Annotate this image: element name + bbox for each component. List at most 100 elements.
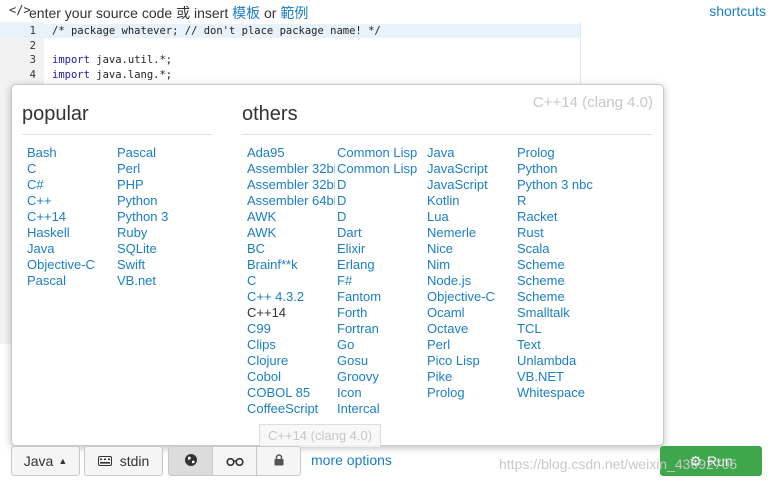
language-option[interactable]: Cobol: [247, 369, 335, 385]
language-option[interactable]: Dart: [337, 225, 425, 241]
language-option[interactable]: Scheme: [517, 273, 605, 289]
language-option[interactable]: Swift: [117, 257, 203, 273]
line-number: 1: [29, 25, 36, 37]
source-header: </> enter your source code 或 insert 模板 o…: [0, 0, 780, 22]
language-option[interactable]: C++: [27, 193, 113, 209]
language-option[interactable]: D: [337, 177, 425, 193]
language-option[interactable]: Scala: [517, 241, 605, 257]
language-option[interactable]: Intercal: [337, 401, 425, 417]
language-option[interactable]: Icon: [337, 385, 425, 401]
language-option[interactable]: D: [337, 209, 425, 225]
language-button[interactable]: Java ▲: [11, 446, 80, 476]
language-option[interactable]: Racket: [517, 209, 605, 225]
language-option[interactable]: Erlang: [337, 257, 425, 273]
code-line[interactable]: 2: [0, 39, 580, 53]
language-option[interactable]: Java: [427, 145, 515, 161]
language-option[interactable]: AWK: [247, 225, 335, 241]
more-options-link[interactable]: more options: [311, 452, 392, 468]
language-option[interactable]: Pike: [427, 369, 515, 385]
language-option[interactable]: COBOL 85: [247, 385, 335, 401]
language-option[interactable]: Text: [517, 337, 605, 353]
language-option[interactable]: Pico Lisp: [427, 353, 515, 369]
language-option[interactable]: C++14: [247, 305, 335, 321]
language-option[interactable]: Objective-C: [427, 289, 515, 305]
language-option[interactable]: JavaScript: [427, 177, 515, 193]
language-option[interactable]: Octave: [427, 321, 515, 337]
language-option[interactable]: Kotlin: [427, 193, 515, 209]
language-option[interactable]: Pascal: [117, 145, 203, 161]
language-option[interactable]: Prolog: [517, 145, 605, 161]
language-option[interactable]: JavaScript: [427, 161, 515, 177]
language-option[interactable]: Smalltalk: [517, 305, 605, 321]
language-option[interactable]: Prolog: [427, 385, 515, 401]
language-option[interactable]: VB.NET: [517, 369, 605, 385]
language-option[interactable]: Clojure: [247, 353, 335, 369]
language-option[interactable]: Pascal: [27, 273, 113, 289]
language-option[interactable]: Haskell: [27, 225, 113, 241]
language-option[interactable]: Ocaml: [427, 305, 515, 321]
language-option[interactable]: CoffeeScript: [247, 401, 335, 417]
language-option[interactable]: Assembler 32bit: [247, 177, 335, 193]
language-option[interactable]: Python: [117, 193, 203, 209]
code-line[interactable]: 1 /* package whatever; // don't place pac…: [0, 24, 580, 38]
language-option[interactable]: Node.js: [427, 273, 515, 289]
language-option[interactable]: Lua: [427, 209, 515, 225]
language-option[interactable]: C: [27, 161, 113, 177]
language-option[interactable]: Scheme: [517, 257, 605, 273]
language-option[interactable]: Unlambda: [517, 353, 605, 369]
language-option[interactable]: C: [247, 273, 335, 289]
language-option[interactable]: Elixir: [337, 241, 425, 257]
language-option[interactable]: Assembler 64bit: [247, 193, 335, 209]
shortcuts-link[interactable]: shortcuts: [709, 3, 766, 19]
language-option[interactable]: BC: [247, 241, 335, 257]
language-option[interactable]: Rust: [517, 225, 605, 241]
language-option[interactable]: C99: [247, 321, 335, 337]
language-option[interactable]: SQLite: [117, 241, 203, 257]
language-option[interactable]: Whitespace: [517, 385, 605, 401]
language-option[interactable]: Scheme: [517, 289, 605, 305]
example-link[interactable]: 範例: [280, 5, 308, 21]
stdin-button[interactable]: stdin: [84, 446, 163, 476]
code-line[interactable]: 3 import java.util.*;: [0, 53, 580, 67]
language-option[interactable]: Python: [517, 161, 605, 177]
language-option[interactable]: TCL: [517, 321, 605, 337]
language-option[interactable]: Fortran: [337, 321, 425, 337]
language-option[interactable]: C++ 4.3.2: [247, 289, 335, 305]
language-option[interactable]: D: [337, 193, 425, 209]
language-option[interactable]: Perl: [117, 161, 203, 177]
language-option[interactable]: Java: [27, 241, 113, 257]
template-link[interactable]: 模板: [232, 5, 260, 21]
language-option[interactable]: Nim: [427, 257, 515, 273]
language-option[interactable]: Bash: [27, 145, 113, 161]
language-option[interactable]: R: [517, 193, 605, 209]
private-visibility-button[interactable]: [256, 446, 301, 476]
language-option[interactable]: Gosu: [337, 353, 425, 369]
language-option[interactable]: C++14: [27, 209, 113, 225]
language-option[interactable]: PHP: [117, 177, 203, 193]
language-option[interactable]: Perl: [427, 337, 515, 353]
language-option[interactable]: Objective-C: [27, 257, 113, 273]
language-option[interactable]: VB.net: [117, 273, 203, 289]
language-option[interactable]: F#: [337, 273, 425, 289]
language-option[interactable]: Groovy: [337, 369, 425, 385]
language-option[interactable]: Common Lisp: [337, 161, 425, 177]
language-option[interactable]: Clips: [247, 337, 335, 353]
language-option[interactable]: Nemerle: [427, 225, 515, 241]
language-option[interactable]: Go: [337, 337, 425, 353]
language-option[interactable]: Common Lisp: [337, 145, 425, 161]
language-option[interactable]: Python 3 nbc: [517, 177, 605, 193]
hidden-visibility-button[interactable]: [212, 446, 257, 476]
language-option[interactable]: Forth: [337, 305, 425, 321]
keyboard-icon: [97, 453, 112, 469]
public-visibility-button[interactable]: [168, 446, 213, 476]
language-option[interactable]: AWK: [247, 209, 335, 225]
language-option[interactable]: Python 3: [117, 209, 203, 225]
language-option[interactable]: Ada95: [247, 145, 335, 161]
language-option[interactable]: Assembler 32bit: [247, 161, 335, 177]
language-option[interactable]: Nice: [427, 241, 515, 257]
language-option[interactable]: C#: [27, 177, 113, 193]
language-option[interactable]: Ruby: [117, 225, 203, 241]
language-option[interactable]: Brainf**k: [247, 257, 335, 273]
language-option[interactable]: Fantom: [337, 289, 425, 305]
code-line[interactable]: 4 import java.lang.*;: [0, 68, 580, 82]
